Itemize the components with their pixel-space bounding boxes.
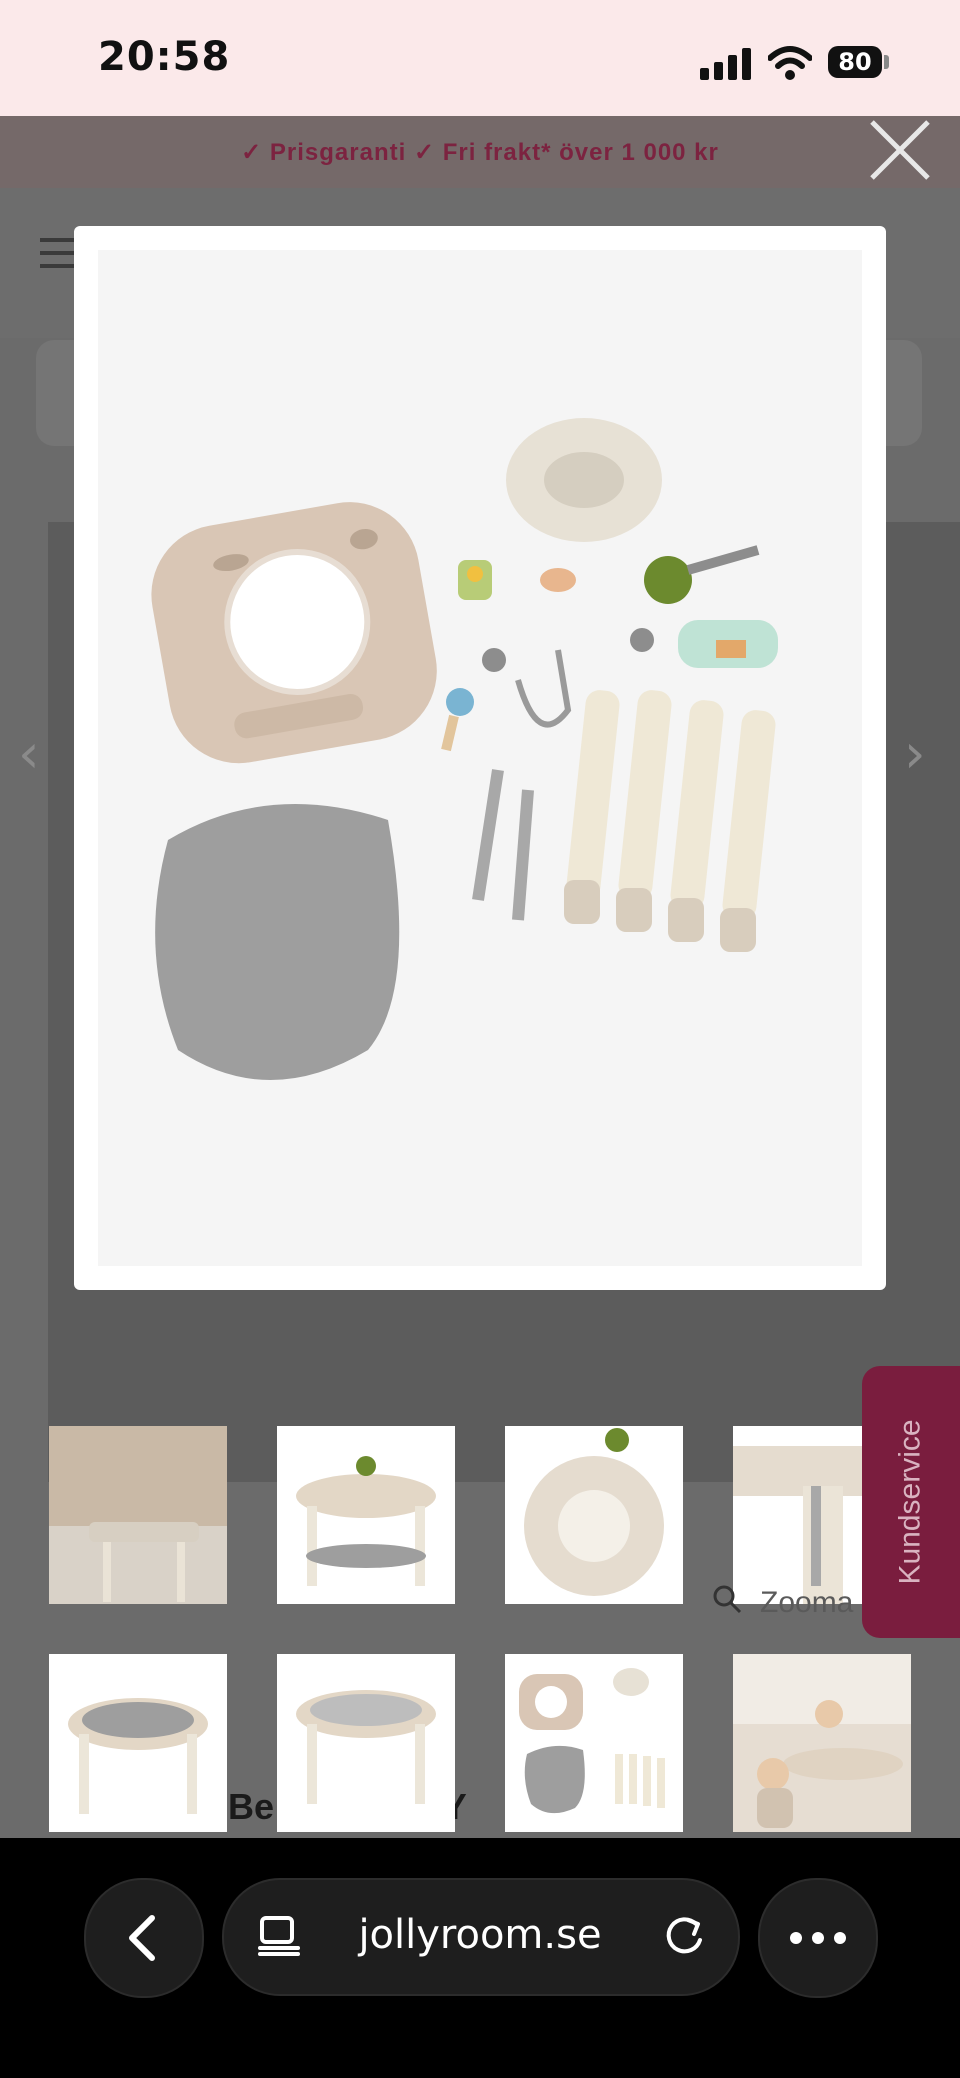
thumbnail-5-image xyxy=(68,1698,208,1814)
thumbnail-1-image xyxy=(49,1426,227,1604)
thumbnail-2-image xyxy=(296,1456,436,1586)
next-image-button[interactable]: › xyxy=(904,722,926,785)
thumbnail-2[interactable] xyxy=(277,1426,455,1604)
url-text[interactable]: jollyroom.se xyxy=(330,1912,630,1958)
more-options-button[interactable] xyxy=(758,1878,878,1998)
promo-text: ✓ Prisgaranti ✓ Fri frakt* över 1 000 kr xyxy=(241,139,719,166)
reload-icon[interactable] xyxy=(662,1914,706,1958)
ellipsis-icon xyxy=(790,1932,846,1944)
back-chevron-icon xyxy=(129,1915,155,1961)
battery-indicator: 80 xyxy=(828,46,882,78)
status-time: 20:58 xyxy=(98,34,231,80)
close-icon[interactable] xyxy=(868,118,932,182)
product-title-fragment-left: Be xyxy=(228,1786,275,1827)
back-button[interactable] xyxy=(84,1878,204,1998)
thumbnail-7-image xyxy=(519,1668,665,1814)
wifi-icon xyxy=(768,46,812,80)
zoom-label[interactable]: Zooma xyxy=(760,1586,853,1620)
cellular-signal-icon xyxy=(700,48,751,80)
customer-service-label-wrap: Kundservice xyxy=(862,1366,960,1638)
zoom-search-icon[interactable] xyxy=(712,1584,742,1614)
thumbnail-3-image xyxy=(524,1428,664,1596)
thumbnail-3[interactable] xyxy=(505,1426,683,1604)
product-parts-illustration xyxy=(151,418,778,1080)
thumbnail-8-image xyxy=(733,1654,911,1832)
thumbnail-1[interactable] xyxy=(49,1426,227,1604)
battery-tip xyxy=(884,55,889,69)
previous-image-button[interactable]: ‹ xyxy=(18,722,40,785)
thumbnail-6-image xyxy=(296,1690,436,1804)
thumbnail-8[interactable] xyxy=(733,1654,911,1832)
customer-service-label: Kundservice xyxy=(894,1419,927,1585)
lightbox-image xyxy=(98,250,862,1266)
thumbnail-7[interactable] xyxy=(505,1654,683,1832)
tabs-overview-icon[interactable] xyxy=(258,1916,302,1956)
thumbnail-5[interactable] xyxy=(49,1654,227,1832)
thumbnail-6[interactable] xyxy=(277,1654,455,1832)
